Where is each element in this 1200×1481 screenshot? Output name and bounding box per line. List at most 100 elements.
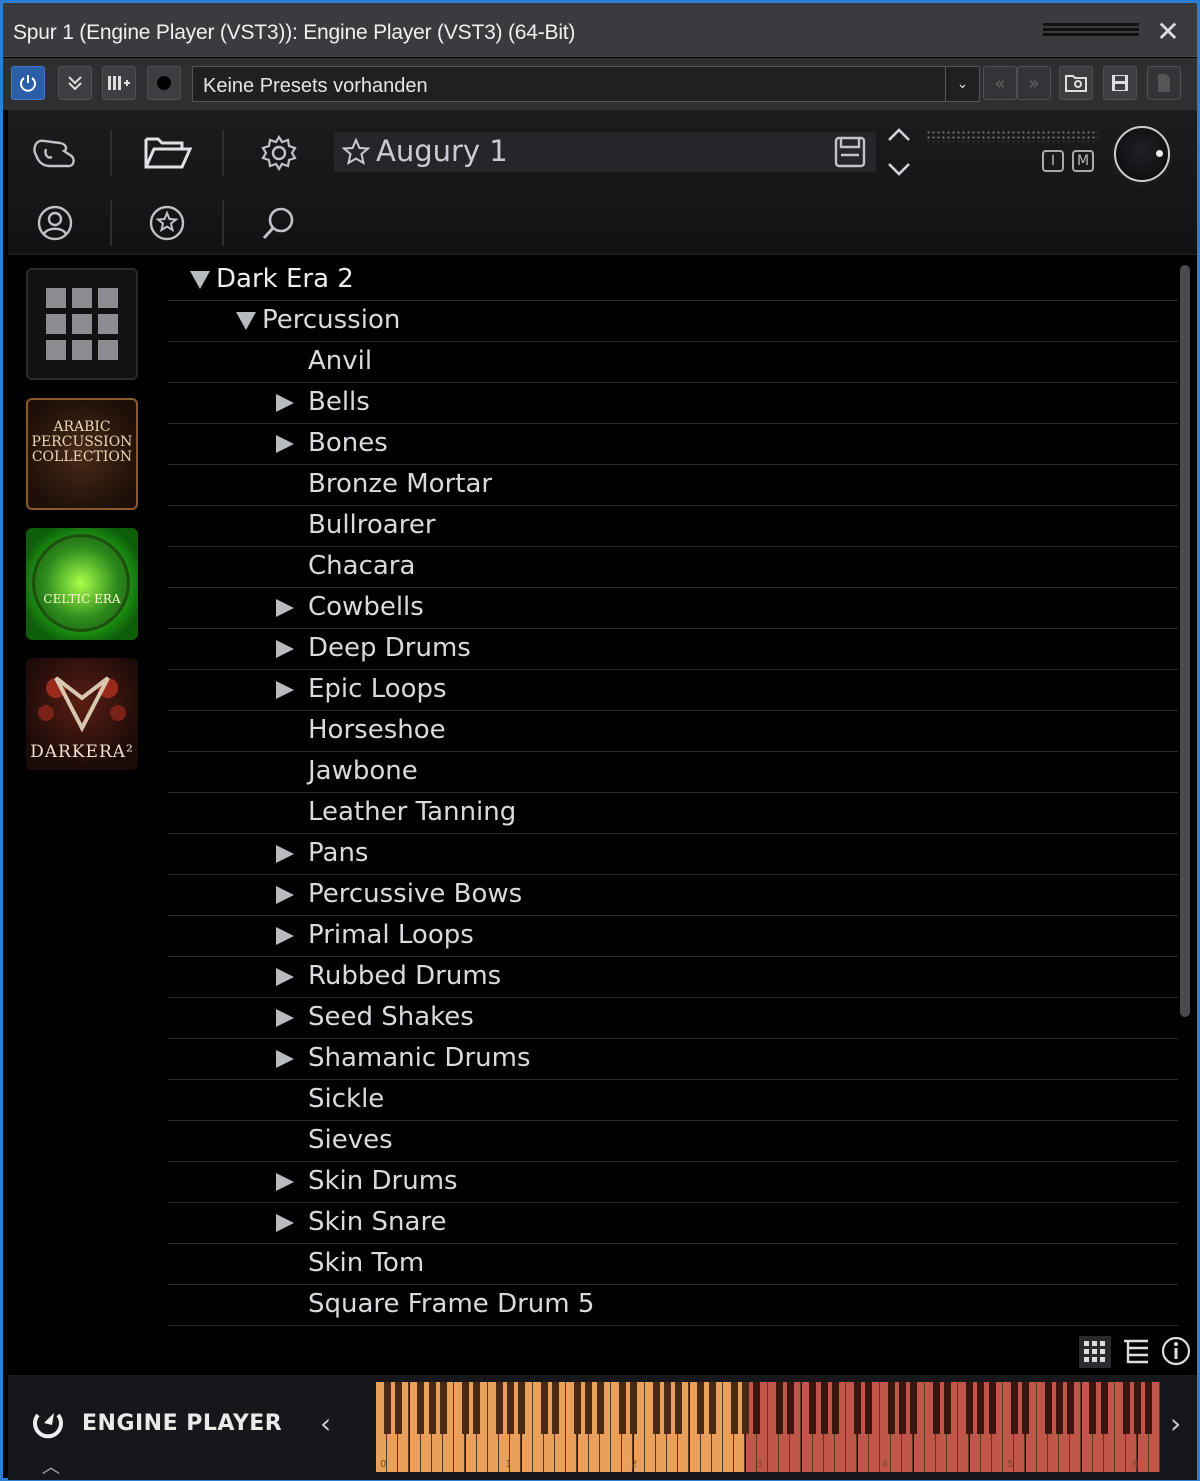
black-key[interactable] <box>652 1382 660 1434</box>
black-key[interactable] <box>574 1382 582 1434</box>
black-key[interactable] <box>1066 1382 1074 1434</box>
chevron-down-icon[interactable]: ⌄ <box>945 67 979 101</box>
tree-row[interactable]: Sieves <box>168 1121 1178 1162</box>
info-button[interactable] <box>1160 1335 1192 1371</box>
tree-row[interactable]: Percussion <box>168 301 1178 342</box>
power-button[interactable] <box>11 66 45 100</box>
black-key[interactable] <box>540 1382 548 1434</box>
triangle-right-icon[interactable] <box>276 1173 294 1191</box>
preset-select[interactable]: Keine Presets vorhanden ⌄ <box>192 66 980 102</box>
previous-preset-button[interactable]: « <box>983 66 1017 100</box>
black-key[interactable] <box>966 1382 974 1434</box>
black-key[interactable] <box>898 1382 906 1434</box>
black-key[interactable] <box>854 1382 862 1434</box>
preset-up-down[interactable] <box>884 126 914 180</box>
preset-name-bar[interactable]: Augury 1 <box>334 132 876 172</box>
black-key[interactable] <box>1055 1382 1063 1434</box>
bypass-button[interactable] <box>102 66 136 100</box>
browse-button[interactable] <box>140 126 194 180</box>
black-key[interactable] <box>383 1382 391 1434</box>
tree-view-button[interactable] <box>1120 1335 1154 1373</box>
triangle-down-icon[interactable] <box>190 271 210 289</box>
drag-grip[interactable] <box>1043 23 1139 41</box>
black-key[interactable] <box>674 1382 682 1434</box>
tree-row[interactable]: Horseshoe <box>168 711 1178 752</box>
triangle-right-icon[interactable] <box>276 1214 294 1232</box>
tree-row[interactable]: Leather Tanning <box>168 793 1178 834</box>
triangle-right-icon[interactable] <box>276 1050 294 1068</box>
tree-row[interactable]: Dark Era 2 <box>168 260 1178 301</box>
load-preset-button[interactable] <box>1059 66 1093 100</box>
arabic-percussion-tile[interactable]: ARABIC PERCUSSION COLLECTION <box>26 398 138 510</box>
star-icon[interactable] <box>342 138 370 166</box>
black-key[interactable] <box>932 1382 940 1434</box>
all-libraries-tile[interactable] <box>26 268 138 380</box>
favorites-button[interactable] <box>140 196 194 250</box>
black-key[interactable] <box>1145 1382 1153 1434</box>
tree-row[interactable]: Square Frame Drum 5 <box>168 1285 1178 1326</box>
black-key[interactable] <box>809 1382 817 1434</box>
info-toggle-button[interactable]: I <box>1042 150 1064 172</box>
collapse-button[interactable] <box>58 66 92 100</box>
grid-view-button[interactable] <box>1078 1335 1112 1373</box>
tree-scrollbar[interactable] <box>1180 265 1190 1017</box>
tree-row[interactable]: Anvil <box>168 342 1178 383</box>
tree-row[interactable]: Epic Loops <box>168 670 1178 711</box>
black-key[interactable] <box>977 1382 985 1434</box>
piano-keyboard[interactable]: 0 1 2 3 4 5 6 <box>376 1382 1162 1472</box>
celtic-era-tile[interactable]: CELTIC ERA <box>26 528 138 640</box>
black-key[interactable] <box>630 1382 638 1434</box>
black-key[interactable] <box>753 1382 761 1434</box>
tree-row[interactable]: Skin Drums <box>168 1162 1178 1203</box>
black-key[interactable] <box>708 1382 716 1434</box>
save-icon[interactable] <box>834 136 866 168</box>
settings-button[interactable] <box>252 126 306 180</box>
black-key[interactable] <box>742 1382 750 1434</box>
triangle-down-icon[interactable] <box>236 312 256 330</box>
black-key[interactable] <box>1010 1382 1018 1434</box>
black-key[interactable] <box>1022 1382 1030 1434</box>
black-key[interactable] <box>518 1382 526 1434</box>
triangle-right-icon[interactable] <box>276 599 294 617</box>
triangle-right-icon[interactable] <box>276 640 294 658</box>
tree-row[interactable]: Skin Tom <box>168 1244 1178 1285</box>
tree-row[interactable]: Seed Shakes <box>168 998 1178 1039</box>
black-key[interactable] <box>1044 1382 1052 1434</box>
black-key[interactable] <box>428 1382 436 1434</box>
volume-knob[interactable] <box>1114 126 1170 182</box>
triangle-right-icon[interactable] <box>276 435 294 453</box>
triangle-right-icon[interactable] <box>276 886 294 904</box>
black-key[interactable] <box>663 1382 671 1434</box>
black-key[interactable] <box>820 1382 828 1434</box>
black-key[interactable] <box>1134 1382 1142 1434</box>
black-key[interactable] <box>506 1382 514 1434</box>
record-button[interactable] <box>147 66 181 100</box>
black-key[interactable] <box>775 1382 783 1434</box>
save-preset-button[interactable] <box>1103 66 1137 100</box>
black-key[interactable] <box>887 1382 895 1434</box>
tree-row[interactable]: Primal Loops <box>168 916 1178 957</box>
black-key[interactable] <box>394 1382 402 1434</box>
black-key[interactable] <box>551 1382 559 1434</box>
black-key[interactable] <box>439 1382 447 1434</box>
keyboard-right-button[interactable]: › <box>1170 1407 1181 1440</box>
tree-row[interactable]: Cowbells <box>168 588 1178 629</box>
tree-row[interactable]: Rubbed Drums <box>168 957 1178 998</box>
black-key[interactable] <box>865 1382 873 1434</box>
triangle-right-icon[interactable] <box>276 927 294 945</box>
black-key[interactable] <box>786 1382 794 1434</box>
tree-row[interactable]: Pans <box>168 834 1178 875</box>
black-key[interactable] <box>585 1382 593 1434</box>
tree-row[interactable]: Shamanic Drums <box>168 1039 1178 1080</box>
tree-row[interactable]: Chacara <box>168 547 1178 588</box>
tree-row[interactable]: Skin Snare <box>168 1203 1178 1244</box>
black-key[interactable] <box>417 1382 425 1434</box>
black-key[interactable] <box>618 1382 626 1434</box>
black-key[interactable] <box>697 1382 705 1434</box>
black-key[interactable] <box>1089 1382 1097 1434</box>
black-key[interactable] <box>910 1382 918 1434</box>
instrument-button[interactable] <box>28 126 82 180</box>
tree-row[interactable]: Percussive Bows <box>168 875 1178 916</box>
next-preset-button[interactable]: » <box>1017 66 1051 100</box>
chevron-up-icon[interactable]: ︿ <box>42 1453 60 1479</box>
